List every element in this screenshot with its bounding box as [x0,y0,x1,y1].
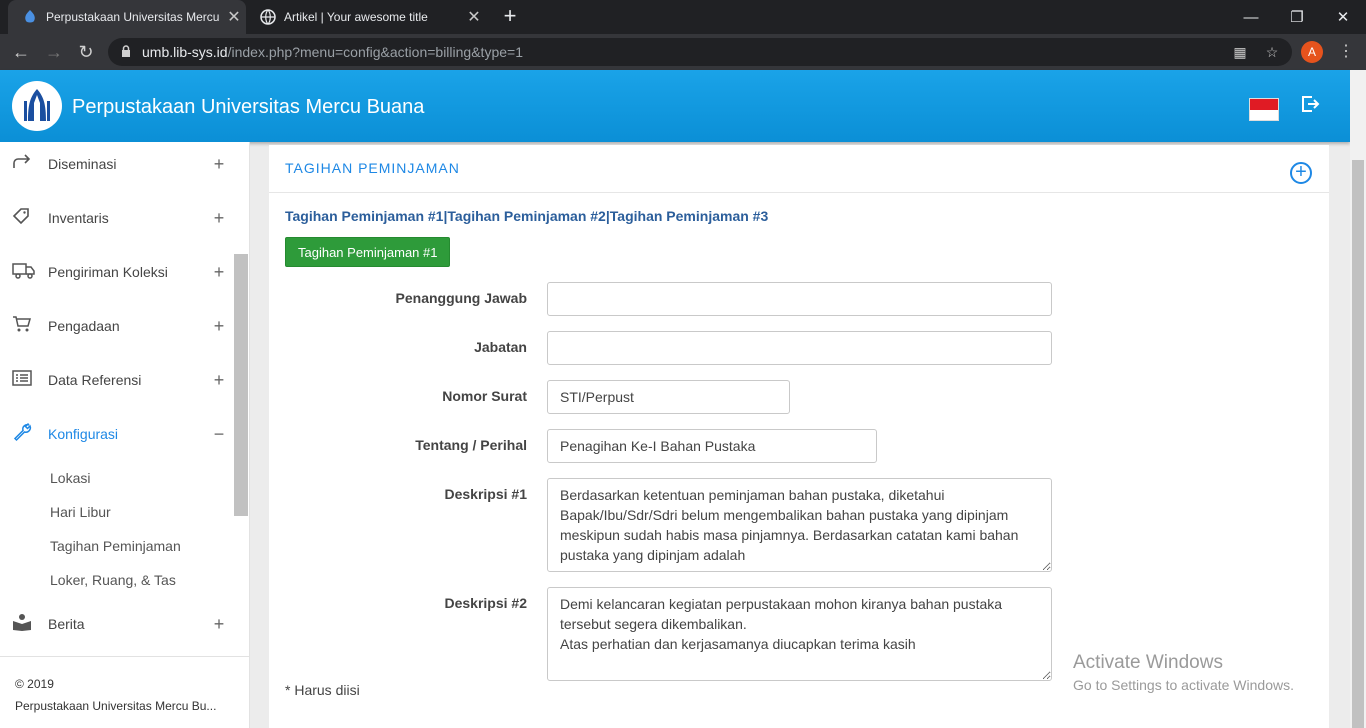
logout-icon[interactable] [1300,94,1322,116]
browser-menu-icon[interactable]: ⋮ [1336,40,1356,64]
sidebar-item-inventaris[interactable]: Inventaris + [0,198,234,238]
sidebar-item-pengadaan[interactable]: Pengadaan + [0,306,234,346]
browser-tab-bar: Perpustakaan Universitas Mercu B ✕ Artik… [0,0,1366,34]
nomor-surat-label: Nomor Surat [442,388,527,404]
address-bar[interactable]: umb.lib-sys.id/index.php?menu=config&act… [108,38,1292,66]
list-box-icon [0,369,48,391]
sidebar-scrollbar[interactable] [234,254,248,516]
restore-icon[interactable]: ❐ [1274,0,1320,34]
app-title: Perpustakaan Universitas Mercu Buana [72,96,425,118]
expand-icon[interactable]: + [204,316,234,337]
jabatan-input[interactable] [547,331,1052,365]
share-arrow-icon [0,153,48,175]
wrench-icon [0,422,48,447]
profile-avatar[interactable]: A [1301,41,1323,63]
language-flag-icon[interactable] [1249,98,1279,121]
penanggung-jawab-label: Penanggung Jawab [395,290,527,306]
back-icon[interactable]: ← [9,40,33,64]
url-text: umb.lib-sys.id/index.php?menu=config&act… [142,44,523,60]
tentang-input[interactable] [547,429,877,463]
tag-icon [0,207,48,230]
deskripsi2-textarea[interactable]: Demi kelancaran kegiatan perpustakaan mo… [547,587,1052,681]
site-favicon-icon [22,9,38,25]
sidebar-subitem-loker[interactable]: Loker, Ruang, & Tas [50,572,176,588]
minimize-icon[interactable]: — [1228,0,1274,34]
link-tagihan-2[interactable]: Tagihan Peminjaman #2 [447,208,605,224]
deskripsi2-label: Deskripsi #2 [444,595,528,611]
close-window-icon[interactable]: ✕ [1320,0,1366,34]
add-circle-icon[interactable]: + [1290,162,1312,184]
nomor-surat-input[interactable] [547,380,790,414]
tentang-label: Tentang / Perihal [415,437,527,453]
expand-icon[interactable]: + [204,614,234,635]
penanggung-jawab-input[interactable] [547,282,1052,316]
translate-icon[interactable]: ▦ [1230,42,1250,62]
required-note: * Harus diisi [285,682,360,698]
activate-windows-watermark: Activate Windows Go to Settings to activ… [1073,652,1294,693]
bookmark-star-icon[interactable]: ☆ [1262,42,1282,62]
link-tagihan-1[interactable]: Tagihan Peminjaman #1 [285,208,443,224]
tab-title: Perpustakaan Universitas Mercu B [46,10,222,24]
cart-icon [0,315,48,338]
expand-icon[interactable]: + [204,154,234,175]
sidebar: Diseminasi + Inventaris + Pengiriman Kol… [0,142,250,728]
divider [269,192,1329,193]
deskripsi1-label: Deskripsi #1 [444,486,528,502]
sidebar-subitem-lokasi[interactable]: Lokasi [50,470,90,486]
book-reader-icon [0,613,48,636]
close-tab-icon[interactable]: ✕ [462,7,486,27]
page-scrollbar[interactable] [1350,70,1366,728]
globe-icon [260,9,276,25]
sidebar-item-diseminasi[interactable]: Diseminasi + [0,144,234,184]
expand-icon[interactable]: + [204,208,234,229]
reload-icon[interactable]: ↻ [74,40,98,64]
tab-title: Artikel | Your awesome title [284,10,428,24]
sidebar-item-data-referensi[interactable]: Data Referensi + [0,360,234,400]
truck-icon [0,261,48,284]
billing-tabs: Tagihan Peminjaman #1|Tagihan Peminjaman… [285,208,769,224]
collapse-icon[interactable]: − [204,424,234,445]
active-billing-button[interactable]: Tagihan Peminjaman #1 [285,237,451,267]
expand-icon[interactable]: + [204,370,234,391]
sidebar-subitem-hari-libur[interactable]: Hari Libur [50,504,111,520]
app-header: Perpustakaan Universitas Mercu Buana [0,70,1350,142]
browser-tab[interactable]: Artikel | Your awesome title ✕ [246,0,486,34]
forward-icon[interactable]: → [42,40,66,64]
sidebar-subitem-tagihan-peminjaman[interactable]: Tagihan Peminjaman [50,538,181,554]
deskripsi1-textarea[interactable]: Berdasarkan ketentuan peminjaman bahan p… [547,478,1052,572]
lock-icon [118,44,134,60]
sidebar-item-konfigurasi[interactable]: Konfigurasi − [0,414,234,454]
jabatan-label: Jabatan [474,339,527,355]
close-tab-icon[interactable]: ✕ [222,7,246,27]
link-tagihan-3[interactable]: Tagihan Peminjaman #3 [610,208,768,224]
browser-tab-active[interactable]: Perpustakaan Universitas Mercu B ✕ [8,0,246,34]
sidebar-item-pengiriman-koleksi[interactable]: Pengiriman Koleksi + [0,252,234,292]
university-logo[interactable] [12,81,62,131]
footer-name: Perpustakaan Universitas Mercu Bu... [15,699,217,713]
card-title: TAGIHAN PEMINJAMAN [285,160,460,176]
billing-card: TAGIHAN PEMINJAMAN + Tagihan Peminjaman … [269,145,1329,728]
footer-year: © 2019 [15,677,54,691]
sidebar-footer: © 2019 Perpustakaan Universitas Mercu Bu… [0,656,249,717]
new-tab-button[interactable]: + [498,4,522,28]
expand-icon[interactable]: + [204,262,234,283]
sidebar-item-berita[interactable]: Berita + [0,604,234,644]
